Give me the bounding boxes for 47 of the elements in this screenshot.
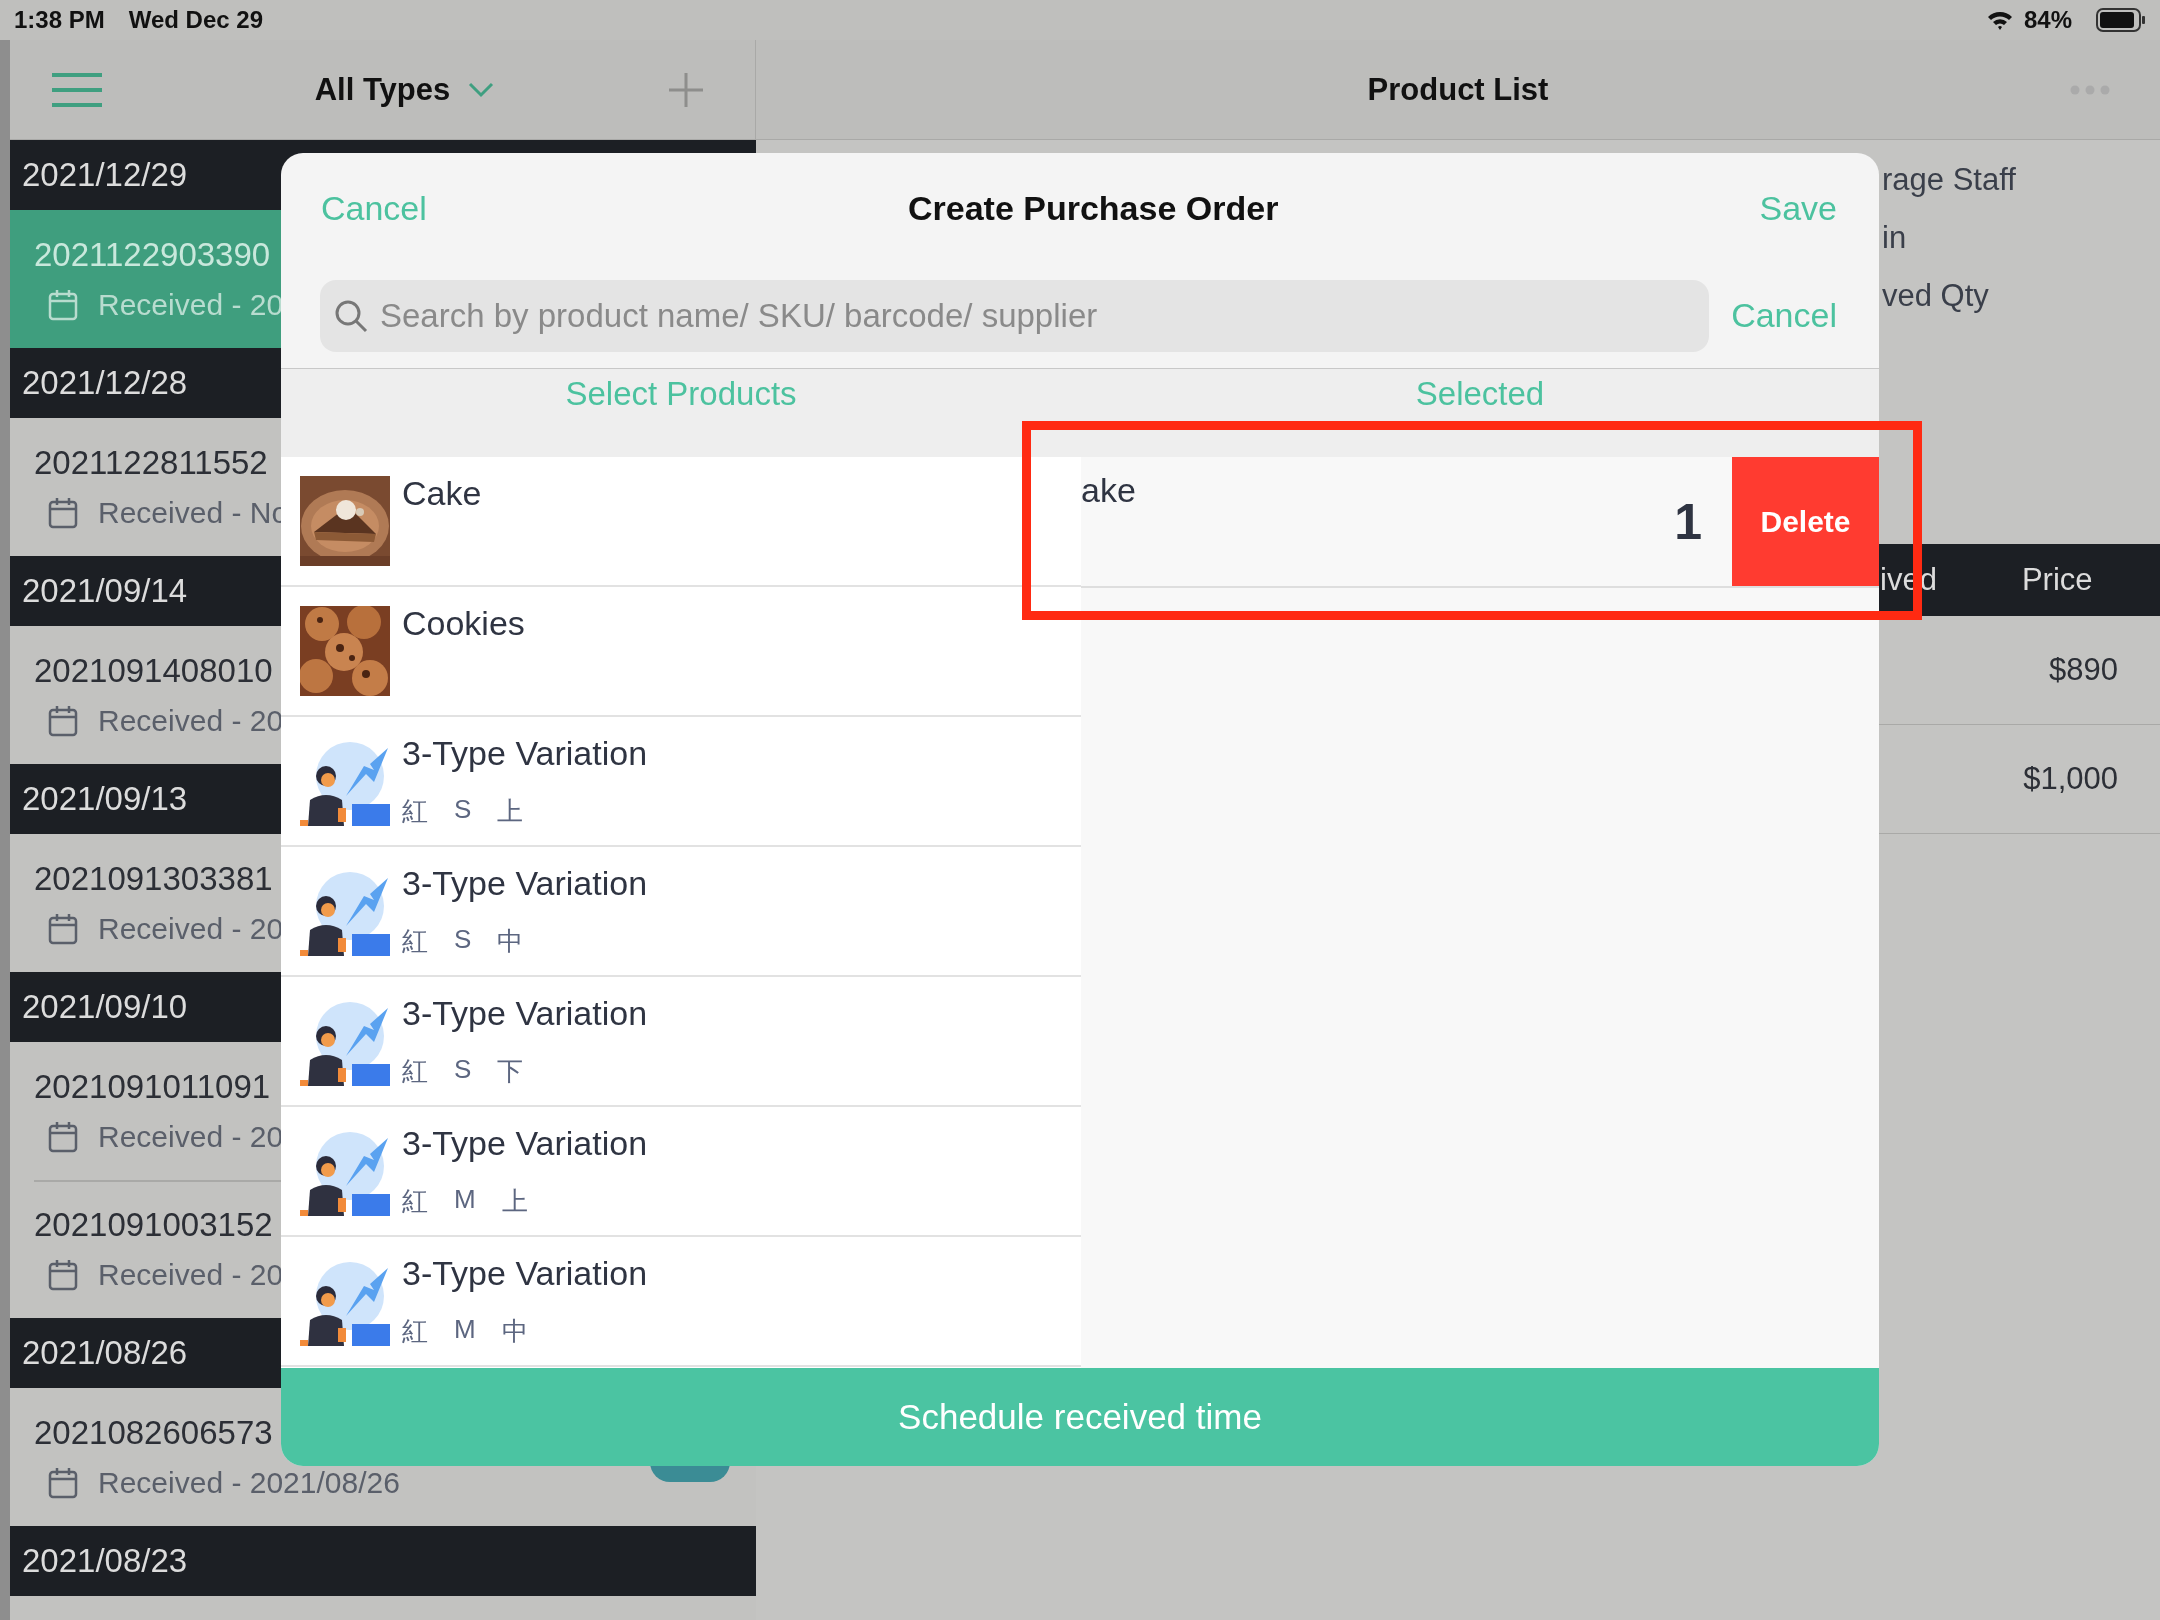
price-cell: $890 (2049, 652, 2118, 688)
variant-label: 中 (501, 1315, 528, 1348)
page-title: Product List (1367, 71, 1549, 108)
variant-label: 紅 (402, 1315, 428, 1348)
variant-label: 上 (497, 795, 524, 828)
order-number: 2021122811552 (34, 444, 268, 482)
order-status: Received - 20 (98, 704, 284, 738)
variant-label: S (454, 924, 472, 956)
column-header: Price (2021, 562, 2093, 598)
detail-label: rage Staff (1882, 162, 2017, 198)
product-name: ake (1081, 470, 1137, 511)
order-status: Received - 20 (98, 912, 284, 946)
variant-label: S (454, 794, 472, 826)
product-name: 3-Type Variation (402, 996, 648, 1030)
variant-label: 紅 (402, 1185, 428, 1218)
order-status: Received - 20 (98, 288, 284, 322)
pane-heading: Selected (1415, 375, 1545, 413)
status-date: Wed Dec 29 (128, 6, 263, 34)
dialog-title: Create Purchase Order (907, 188, 1279, 228)
variant-label: S (454, 1054, 472, 1086)
product-name: 3-Type Variation (402, 866, 648, 900)
order-number: 2021082606573 (34, 1414, 273, 1452)
variant-label: M (454, 1184, 476, 1216)
order-status: Received - 2021/08/26 (98, 1466, 400, 1500)
date-header: 2021/08/23 (10, 1526, 756, 1596)
variant-label: 上 (501, 1185, 528, 1218)
order-number: 2021091011091 (34, 1068, 271, 1106)
product-name: 3-Type Variation (402, 1126, 648, 1160)
quantity: 1 (1674, 492, 1702, 551)
order-number: 2021091303381 (34, 860, 273, 898)
status-time: 1:38 PM (14, 6, 105, 34)
variant-label: 中 (497, 925, 524, 958)
product-name: 3-Type Variation (402, 1256, 648, 1290)
detail-label: ved Qty (1882, 278, 1990, 314)
order-number: 2021091408010 (34, 652, 273, 690)
battery-percent: 84% (2023, 6, 2072, 34)
order-status: Received - 20 (98, 1258, 284, 1292)
product-name: Cake (402, 476, 482, 510)
order-number: 2021091003152 (34, 1206, 273, 1244)
price-cell: $1,000 (2023, 761, 2118, 797)
variant-label: 下 (497, 1055, 524, 1088)
variant-label: 紅 (402, 1055, 428, 1088)
variant-label: 紅 (402, 925, 428, 958)
variant-label: 紅 (402, 795, 428, 828)
detail-label: in (1882, 220, 1908, 256)
order-number: 2021122903390 (34, 236, 271, 274)
order-status: Received - 20 (98, 1120, 284, 1154)
